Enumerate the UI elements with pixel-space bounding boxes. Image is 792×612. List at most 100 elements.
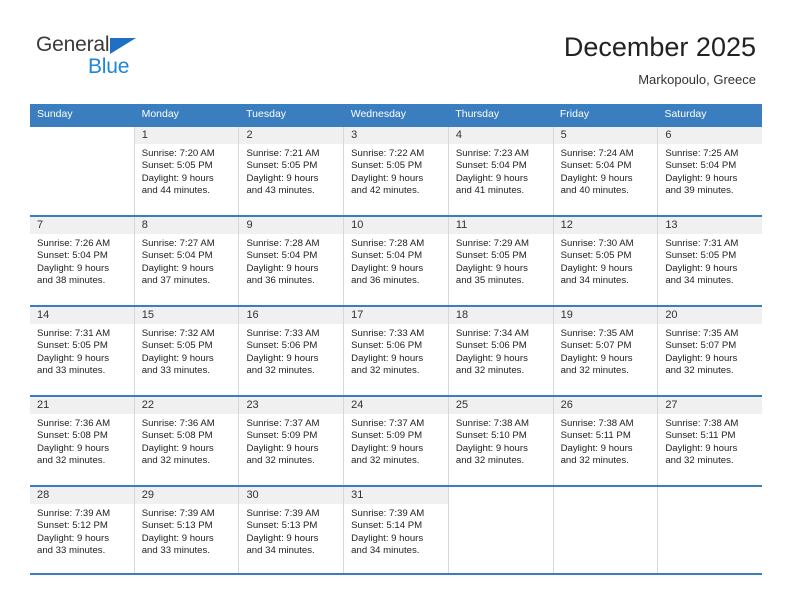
day-detail-sunrise: Sunrise: 7:28 AM [351, 238, 425, 249]
day-number: 11 [448, 217, 553, 234]
day-detail-daylight2: and 32 minutes. [665, 455, 734, 467]
day-cell[interactable]: 18 Sunrise: 7:34 AM Sunset: 5:06 PM Dayligh… [448, 307, 554, 395]
day-detail-daylight1: Daylight: 9 hours [37, 262, 109, 274]
day-detail-daylight1: Daylight: 9 hours [665, 352, 738, 364]
day-cell[interactable]: 11 Sunrise: 7:29 AM Sunset: 5:05 PM Dayligh… [448, 217, 554, 305]
day-detail-daylight2: and 34 minutes. [351, 545, 420, 557]
day-cell[interactable]: 10 Sunrise: 7:28 AM Sunset: 5:04 PM Dayligh… [344, 217, 449, 305]
day-number: 9 [239, 217, 344, 234]
general-blue-logo[interactable]: General Blue [36, 33, 236, 85]
week-row: 28 Sunrise: 7:39 AM Sunset: 5:12 PM Dayligh… [30, 485, 763, 575]
day-cell[interactable]: 12 Sunrise: 7:30 AM Sunset: 5:05 PM Dayligh… [553, 217, 659, 305]
day-details: Sunrise: 7:23 AM Sunset: 5:04 PM Daylight:… [449, 144, 553, 198]
day-cell[interactable]: 29 Sunrise: 7:39 AM Sunset: 5:13 PM Dayligh… [134, 487, 240, 573]
day-detail-daylight2: and 33 minutes. [141, 545, 210, 557]
day-detail-daylight2: and 34 minutes. [246, 545, 315, 557]
day-detail-sunrise: Sunrise: 7:38 AM [455, 418, 529, 429]
day-cell[interactable]: 31 Sunrise: 7:39 AM Sunset: 5:14 PM Dayligh… [344, 487, 449, 573]
day-detail-sunrise: Sunrise: 7:39 AM [141, 508, 215, 519]
day-cell[interactable]: 26 Sunrise: 7:38 AM Sunset: 5:11 PM Dayligh… [553, 397, 659, 485]
page-title: December 2025 [563, 32, 756, 62]
day-cell[interactable]: 23 Sunrise: 7:37 AM Sunset: 5:09 PM Dayligh… [239, 397, 345, 485]
day-cell[interactable]: 21 Sunrise: 7:36 AM Sunset: 5:08 PM Dayligh… [30, 397, 135, 485]
day-cell-empty [30, 127, 135, 215]
day-details: Sunrise: 7:36 AM Sunset: 5:08 PM Daylight:… [135, 414, 239, 468]
day-details: Sunrise: 7:39 AM Sunset: 5:12 PM Daylight:… [30, 504, 134, 558]
day-detail-daylight2: and 44 minutes. [141, 185, 210, 197]
day-details: Sunrise: 7:30 AM Sunset: 5:05 PM Daylight:… [554, 234, 658, 288]
day-number: 1 [134, 127, 239, 144]
day-cell[interactable]: 14 Sunrise: 7:31 AM Sunset: 5:05 PM Dayligh… [30, 307, 135, 395]
day-detail-sunset: Sunset: 5:04 PM [351, 250, 423, 262]
day-cell[interactable]: 7 Sunrise: 7:26 AM Sunset: 5:04 PM Daylight… [30, 217, 135, 305]
day-detail-sunrise: Sunrise: 7:29 AM [455, 238, 529, 249]
day-cell[interactable]: 27 Sunrise: 7:38 AM Sunset: 5:11 PM Dayligh… [658, 397, 763, 485]
weekday-header-row: Sunday Monday Tuesday Wednesday Thursday Frid… [30, 104, 762, 125]
day-cell[interactable]: 25 Sunrise: 7:38 AM Sunset: 5:10 PM Dayligh… [448, 397, 554, 485]
day-detail-daylight2: and 32 minutes. [37, 455, 106, 467]
day-detail-daylight2: and 41 minutes. [455, 185, 525, 197]
logo-text-blue: Blue [88, 55, 130, 78]
day-cell[interactable]: 6 Sunrise: 7:25 AM Sunset: 5:04 PM Daylight… [658, 127, 763, 215]
day-detail-sunrise: Sunrise: 7:33 AM [246, 328, 320, 339]
week-row: 14 Sunrise: 7:31 AM Sunset: 5:05 PM Dayligh… [30, 305, 763, 395]
day-detail-sunset: Sunset: 5:04 PM [665, 160, 737, 172]
day-cell[interactable]: 24 Sunrise: 7:37 AM Sunset: 5:09 PM Dayligh… [344, 397, 449, 485]
day-cell[interactable]: 15 Sunrise: 7:32 AM Sunset: 5:05 PM Dayligh… [134, 307, 240, 395]
day-details: Sunrise: 7:24 AM Sunset: 5:04 PM Daylight:… [554, 144, 658, 198]
day-cell[interactable]: 1 Sunrise: 7:20 AM Sunset: 5:05 PM Daylight… [134, 127, 240, 215]
day-detail-daylight2: and 36 minutes. [246, 275, 315, 287]
day-detail-sunset: Sunset: 5:12 PM [37, 520, 108, 532]
day-cell[interactable]: 16 Sunrise: 7:33 AM Sunset: 5:06 PM Dayligh… [239, 307, 345, 395]
day-detail-daylight2: and 42 minutes. [351, 185, 420, 197]
day-details: Sunrise: 7:38 AM Sunset: 5:10 PM Daylight:… [449, 414, 553, 468]
day-detail-daylight2: and 39 minutes. [665, 185, 734, 197]
day-detail-sunrise: Sunrise: 7:22 AM [351, 148, 425, 159]
day-cell[interactable]: 9 Sunrise: 7:28 AM Sunset: 5:04 PM Daylight… [239, 217, 345, 305]
day-number [448, 487, 553, 504]
day-detail-daylight1: Daylight: 9 hours [665, 262, 738, 274]
day-detail-sunset: Sunset: 5:05 PM [37, 340, 108, 352]
day-cell[interactable]: 4 Sunrise: 7:23 AM Sunset: 5:04 PM Daylight… [448, 127, 554, 215]
day-details: Sunrise: 7:39 AM Sunset: 5:14 PM Daylight:… [344, 504, 448, 558]
day-detail-sunrise: Sunrise: 7:38 AM [560, 418, 634, 429]
day-cell[interactable]: 28 Sunrise: 7:39 AM Sunset: 5:12 PM Dayligh… [30, 487, 135, 573]
day-detail-daylight1: Daylight: 9 hours [141, 172, 214, 184]
day-details: Sunrise: 7:32 AM Sunset: 5:05 PM Daylight:… [135, 324, 239, 378]
day-cell[interactable]: 3 Sunrise: 7:22 AM Sunset: 5:05 PM Daylight… [344, 127, 449, 215]
day-detail-sunset: Sunset: 5:14 PM [351, 520, 423, 532]
day-detail-daylight1: Daylight: 9 hours [560, 262, 633, 274]
day-detail-sunrise: Sunrise: 7:36 AM [37, 418, 111, 429]
day-details: Sunrise: 7:21 AM Sunset: 5:05 PM Daylight:… [239, 144, 343, 198]
day-cell[interactable]: 30 Sunrise: 7:39 AM Sunset: 5:13 PM Dayligh… [239, 487, 345, 573]
day-detail-sunset: Sunset: 5:05 PM [141, 160, 213, 172]
title-block: December 2025 Markopoulo, Greece [564, 30, 756, 90]
day-cell[interactable]: 13 Sunrise: 7:31 AM Sunset: 5:05 PM Dayligh… [658, 217, 763, 305]
day-detail-sunrise: Sunrise: 7:35 AM [560, 328, 634, 339]
calendar-page: General Blue December 2025 Markopoulo, G… [0, 0, 792, 612]
day-detail-daylight1: Daylight: 9 hours [351, 442, 424, 454]
day-detail-sunrise: Sunrise: 7:36 AM [141, 418, 215, 429]
day-number: 30 [239, 487, 344, 504]
day-number: 8 [134, 217, 239, 234]
day-cell[interactable]: 8 Sunrise: 7:27 AM Sunset: 5:04 PM Daylight… [134, 217, 240, 305]
day-cell[interactable]: 20 Sunrise: 7:35 AM Sunset: 5:07 PM Dayligh… [658, 307, 763, 395]
day-details: Sunrise: 7:35 AM Sunset: 5:07 PM Daylight:… [554, 324, 658, 378]
day-detail-daylight2: and 33 minutes. [141, 365, 210, 377]
day-cell[interactable]: 19 Sunrise: 7:35 AM Sunset: 5:07 PM Dayligh… [553, 307, 659, 395]
day-detail-sunset: Sunset: 5:04 PM [246, 250, 318, 262]
day-number: 4 [448, 127, 553, 144]
day-detail-daylight1: Daylight: 9 hours [246, 352, 319, 364]
week-row: 7 Sunrise: 7:26 AM Sunset: 5:04 PM Daylight… [30, 215, 763, 305]
day-details: Sunrise: 7:20 AM Sunset: 5:05 PM Daylight:… [135, 144, 239, 198]
day-cell[interactable]: 2 Sunrise: 7:21 AM Sunset: 5:05 PM Daylight… [239, 127, 345, 215]
day-cell[interactable]: 22 Sunrise: 7:36 AM Sunset: 5:08 PM Dayligh… [134, 397, 240, 485]
day-detail-daylight2: and 32 minutes. [246, 365, 315, 377]
day-detail-sunrise: Sunrise: 7:30 AM [560, 238, 634, 249]
day-details: Sunrise: 7:34 AM Sunset: 5:06 PM Daylight:… [449, 324, 553, 378]
day-number: 3 [344, 127, 448, 144]
day-number [553, 487, 658, 504]
weekday-header-tuesday: Tuesday [246, 108, 287, 120]
day-cell[interactable]: 17 Sunrise: 7:33 AM Sunset: 5:06 PM Dayligh… [344, 307, 449, 395]
day-cell[interactable]: 5 Sunrise: 7:24 AM Sunset: 5:04 PM Daylight… [553, 127, 659, 215]
